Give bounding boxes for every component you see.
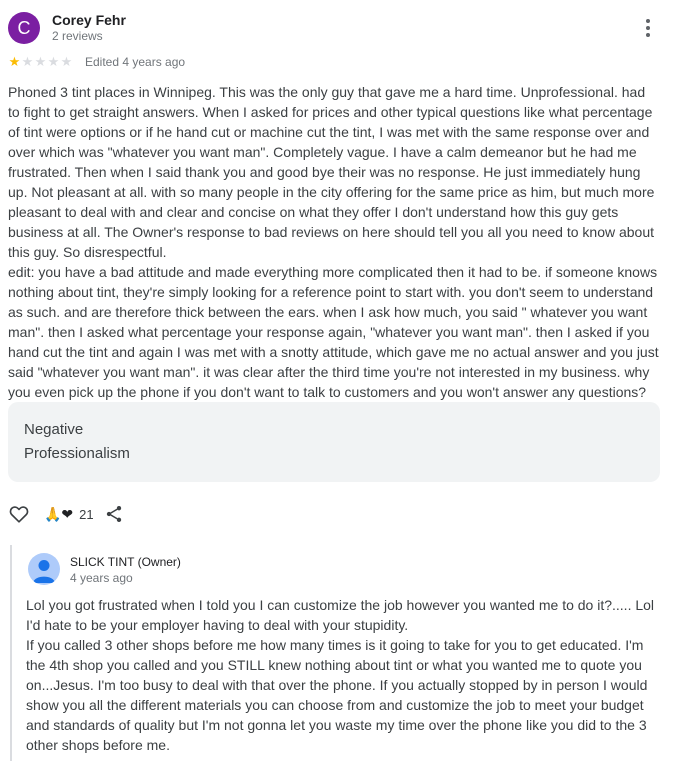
author-avatar[interactable]: C <box>8 12 40 44</box>
star-icon: ★ <box>34 54 47 69</box>
owner-name: SLICK TINT (Owner) <box>70 555 181 569</box>
review-tags: Negative Professionalism <box>8 402 660 482</box>
star-icon: ★ <box>8 54 21 69</box>
owner-response-text: Lol you got frustrated when I told you I… <box>26 597 655 753</box>
review-card: C Corey Fehr 2 reviews ★ ★ ★ ★ ★ Edited … <box>0 0 691 764</box>
more-options-button[interactable] <box>636 14 660 42</box>
star-icon: ★ <box>60 54 73 69</box>
tag-negative: Negative <box>24 421 84 438</box>
star-icon: ★ <box>21 54 34 69</box>
reaction-count: 21 <box>79 506 94 522</box>
owner-response: SLICK TINT (Owner) 4 years ago Lol you g… <box>10 545 662 761</box>
author-initial: C <box>17 17 31 38</box>
heart-outline-icon[interactable] <box>8 503 30 525</box>
review-actions: 🙏❤ 21 <box>8 503 124 525</box>
reactions-summary[interactable]: 🙏❤ 21 <box>44 506 94 523</box>
tag-professionalism: Professionalism <box>24 445 130 462</box>
owner-avatar <box>28 553 60 585</box>
more-vert-icon <box>646 19 650 23</box>
owner-response-time: 4 years ago <box>70 571 133 585</box>
review-text: Phoned 3 tint places in Winnipeg. This w… <box>8 84 659 400</box>
author-review-count: 2 reviews <box>52 29 103 43</box>
star-rating: ★ ★ ★ ★ ★ <box>8 54 73 70</box>
person-icon <box>33 560 55 583</box>
edited-timestamp: Edited 4 years ago <box>85 55 186 69</box>
share-icon[interactable] <box>104 504 124 524</box>
rating-row: ★ ★ ★ ★ ★ Edited 4 years ago <box>8 54 185 70</box>
reaction-emojis: 🙏❤ <box>44 505 74 522</box>
author-name[interactable]: Corey Fehr <box>52 12 126 28</box>
star-icon: ★ <box>47 54 60 69</box>
